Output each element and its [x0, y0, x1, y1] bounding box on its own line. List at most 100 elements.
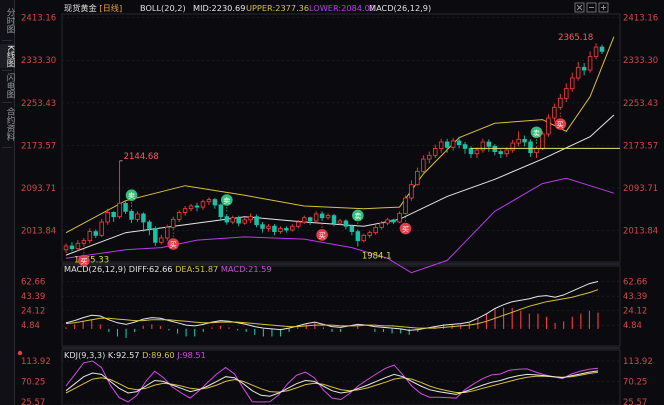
- candle-body: [272, 225, 277, 232]
- signal-label: 买: [402, 226, 409, 234]
- candle-body: [242, 219, 247, 224]
- candle-body: [438, 141, 444, 149]
- boll-upper: UPPER:2377.36: [246, 3, 309, 13]
- candle-body: [421, 158, 426, 172]
- signal-label: 卖: [128, 192, 135, 200]
- candle-body: [153, 227, 158, 243]
- kdj-tick-right-0: 113.92: [623, 357, 653, 367]
- boll-lower: LOWER:2084.02: [309, 3, 375, 13]
- macd-tick-right-2: 24.12: [623, 307, 647, 317]
- candle-body: [444, 141, 450, 148]
- candle-body: [486, 141, 492, 147]
- kdj-settings-icon[interactable]: [17, 350, 23, 356]
- macd-dea-line: [65, 289, 599, 329]
- candle-body: [546, 117, 551, 135]
- candle-body: [415, 170, 420, 186]
- kdj-k-line: [65, 370, 599, 397]
- close-icon[interactable]: [574, 2, 585, 13]
- candle-body: [135, 213, 140, 220]
- chart-canvas: 2413.16 2413.16 2333.30 2333.30 2253.43 2253.…: [17, 2, 658, 405]
- boll-mid-line: [65, 114, 615, 256]
- candle-body: [534, 147, 539, 154]
- candle-body: [260, 224, 265, 229]
- candle-body: [355, 231, 361, 242]
- candle-body: [164, 226, 170, 239]
- candle-body: [278, 227, 283, 232]
- candle-body: [456, 140, 462, 146]
- candle-body: [248, 216, 253, 221]
- candle-body: [498, 151, 504, 155]
- kdj-title: KDJ(9,3,3) K:92.57 D:89.60 J:98.51: [64, 350, 206, 360]
- candle-body: [552, 106, 557, 119]
- kdj-tick-right-1: 70.25: [623, 377, 647, 387]
- candle-body: [569, 77, 575, 90]
- candle-body: [385, 219, 390, 224]
- candle-body: [159, 237, 164, 243]
- chart-window: 分时图 K线图 闪电图 合约资料 2413.16 2413.16 2333.30 2333.…: [0, 0, 664, 405]
- candle-body: [230, 217, 236, 223]
- candle-body: [218, 204, 224, 218]
- signal-label: 卖: [223, 197, 230, 205]
- candle-body: [373, 226, 378, 234]
- y-tick-right-5: 2013.84: [623, 227, 658, 237]
- signal-label: 卖: [533, 129, 540, 137]
- toolbar: [574, 2, 609, 13]
- candle-body: [599, 46, 605, 52]
- candle-body: [284, 227, 289, 231]
- macd-name-top: MACD(26,12,9): [369, 3, 431, 13]
- candle-body: [361, 234, 367, 242]
- candle-body: [325, 215, 331, 219]
- candle-body: [540, 133, 545, 149]
- candle-body: [176, 211, 182, 220]
- macd-tick-left-3: 4.84: [21, 321, 40, 331]
- candle-body: [141, 213, 146, 223]
- candle-body: [212, 199, 218, 206]
- macd-tick-right-3: 4.84: [623, 321, 642, 331]
- plus-icon[interactable]: [598, 2, 609, 13]
- candle-body: [409, 184, 414, 199]
- candle-body: [313, 213, 319, 222]
- minus-icon[interactable]: [586, 2, 597, 13]
- candle-body: [111, 211, 116, 218]
- candle-body: [319, 213, 325, 219]
- candle-body: [367, 232, 372, 236]
- y-tick-right-3: 2173.57: [623, 141, 658, 151]
- candle-body: [301, 217, 307, 223]
- candle-body: [117, 202, 122, 218]
- candle-body: [266, 225, 271, 229]
- annotation-high-2: 2365.18: [558, 33, 593, 43]
- candle-body: [337, 220, 343, 224]
- candle-body: [123, 202, 128, 212]
- candle-body: [492, 145, 498, 152]
- candle-body: [593, 46, 599, 58]
- y-tick-left-4: 2093.71: [21, 184, 56, 194]
- candle-body: [462, 144, 468, 149]
- macd-tick-left-0: 62.66: [21, 278, 45, 288]
- candle-body: [206, 199, 212, 203]
- candle-body: [236, 217, 241, 224]
- kdj-tick-left-1: 70.25: [21, 377, 45, 387]
- candle-body: [188, 205, 194, 210]
- y-tick-right-4: 2093.71: [623, 184, 658, 194]
- macd-tick-left-2: 24.12: [21, 307, 45, 317]
- y-tick-left-0: 2413.16: [21, 14, 56, 24]
- candle-body: [296, 221, 301, 227]
- y-tick-left-1: 2333.30: [21, 56, 56, 66]
- candle-body: [147, 221, 152, 229]
- candle-body: [331, 215, 337, 224]
- macd-diff-line: [65, 281, 599, 331]
- candle-body: [474, 149, 480, 155]
- boll-mid: MID:2230.69: [193, 3, 245, 13]
- candle-body: [558, 97, 563, 108]
- macd-tick-right-0: 62.66: [623, 278, 647, 288]
- candle-body: [194, 205, 200, 208]
- candle-body: [349, 225, 355, 232]
- y-tick-left-2: 2253.43: [21, 99, 56, 109]
- candle-body: [391, 219, 396, 223]
- candle-body: [224, 216, 230, 223]
- candle-body: [528, 141, 533, 154]
- candle-body: [99, 221, 104, 236]
- candle-body: [290, 225, 295, 231]
- signal-label: 卖: [354, 212, 361, 220]
- candle-body: [69, 245, 75, 250]
